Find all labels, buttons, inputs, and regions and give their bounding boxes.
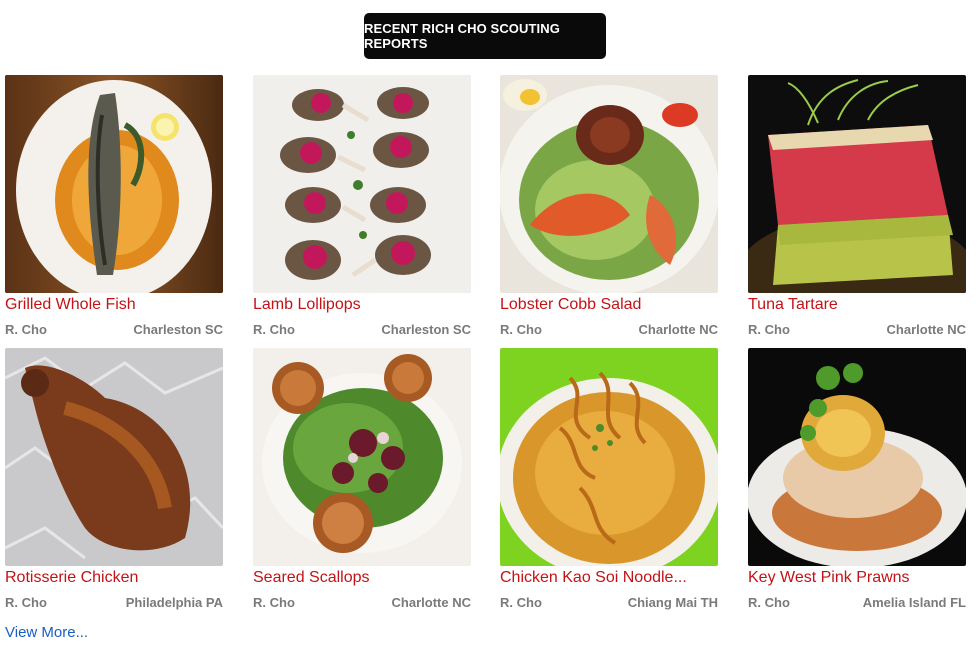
report-meta: R. Cho Charleston SC: [5, 322, 223, 338]
report-location: Charlotte NC: [391, 595, 471, 610]
report-author: R. Cho: [253, 595, 295, 610]
report-location: Amelia Island FL: [862, 595, 966, 610]
report-title[interactable]: Tuna Tartare: [748, 295, 966, 315]
report-location: Philadelphia PA: [125, 595, 223, 610]
report-meta: R. Cho Philadelphia PA: [5, 595, 223, 611]
report-card[interactable]: Rotisserie Chicken R. Cho Philadelphia P…: [5, 348, 223, 610]
lamb-lollipops-photo[interactable]: [253, 75, 471, 293]
report-title[interactable]: Grilled Whole Fish: [5, 295, 223, 315]
report-card[interactable]: Key West Pink Prawns R. Cho Amelia Islan…: [748, 348, 966, 610]
report-title[interactable]: Lamb Lollipops: [253, 295, 471, 315]
report-title[interactable]: Chicken Kao Soi Noodle...: [500, 568, 718, 588]
report-author: R. Cho: [500, 595, 542, 610]
report-location: Charlotte NC: [638, 322, 718, 337]
report-location: Chiang Mai TH: [627, 595, 718, 610]
report-author: R. Cho: [748, 322, 790, 337]
report-author: R. Cho: [253, 322, 295, 337]
report-meta: R. Cho Charleston SC: [253, 322, 471, 338]
report-author: R. Cho: [748, 595, 790, 610]
report-title[interactable]: Lobster Cobb Salad: [500, 295, 718, 315]
header-title: RECENT RICH CHO SCOUTING REPORTS: [364, 21, 560, 51]
report-card[interactable]: Chicken Kao Soi Noodle... R. Cho Chiang …: [500, 348, 718, 610]
lobster-salad-photo[interactable]: [500, 75, 718, 293]
report-location: Charlotte NC: [886, 322, 966, 337]
report-author: R. Cho: [500, 322, 542, 337]
report-location: Charleston SC: [133, 322, 223, 337]
report-author: R. Cho: [5, 595, 47, 610]
report-author: R. Cho: [5, 322, 47, 337]
report-meta: R. Cho Charlotte NC: [500, 322, 718, 338]
report-card[interactable]: Lobster Cobb Salad R. Cho Charlotte NC: [500, 75, 718, 337]
report-card[interactable]: Grilled Whole Fish R. Cho Charleston SC: [5, 75, 223, 337]
report-title[interactable]: Key West Pink Prawns: [748, 568, 966, 588]
report-meta: R. Cho Charlotte NC: [748, 322, 966, 338]
report-card[interactable]: Lamb Lollipops R. Cho Charleston SC: [253, 75, 471, 337]
pink-prawns-photo[interactable]: [748, 348, 966, 566]
seared-scallops-photo[interactable]: [253, 348, 471, 566]
recent-reports-header-button[interactable]: RECENT RICH CHO SCOUTING REPORTS: [364, 13, 606, 59]
report-title[interactable]: Rotisserie Chicken: [5, 568, 223, 588]
report-card[interactable]: Seared Scallops R. Cho Charlotte NC: [253, 348, 471, 610]
rotisserie-chicken-photo[interactable]: [5, 348, 223, 566]
report-meta: R. Cho Amelia Island FL: [748, 595, 966, 611]
grilled-fish-photo[interactable]: [5, 75, 223, 293]
report-meta: R. Cho Charlotte NC: [253, 595, 471, 611]
report-location: Charleston SC: [381, 322, 471, 337]
report-meta: R. Cho Chiang Mai TH: [500, 595, 718, 611]
tuna-tartare-photo[interactable]: [748, 75, 966, 293]
report-card[interactable]: Tuna Tartare R. Cho Charlotte NC: [748, 75, 966, 337]
kao-soi-photo[interactable]: [500, 348, 718, 566]
report-title[interactable]: Seared Scallops: [253, 568, 471, 588]
view-more-link[interactable]: View More...: [5, 624, 88, 641]
